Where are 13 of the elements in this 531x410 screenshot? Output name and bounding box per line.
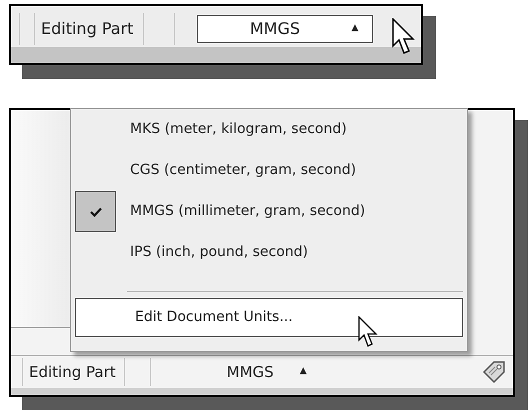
menu-item[interactable]: MMGS (millimeter, gram, second): [130, 201, 366, 222]
menu-item[interactable]: IPS (inch, pound, second): [130, 242, 308, 263]
cursor-arrow-icon: [358, 316, 380, 350]
menu-item[interactable]: Edit Document Units...: [75, 298, 463, 337]
units-button[interactable]: MMGS ▲: [197, 14, 374, 42]
tag-icon[interactable]: [481, 359, 507, 385]
check-icon: [90, 206, 102, 216]
menu-item[interactable]: CGS (centimeter, gram, second): [130, 160, 356, 181]
cursor-arrow-icon: [392, 18, 416, 56]
status-text: Editing Part: [29, 362, 116, 383]
units-button[interactable]: MMGS ▲: [200, 359, 321, 385]
status-text: Editing Part: [41, 18, 134, 40]
menu-item[interactable]: MKS (meter, kilogram, second): [130, 119, 347, 140]
